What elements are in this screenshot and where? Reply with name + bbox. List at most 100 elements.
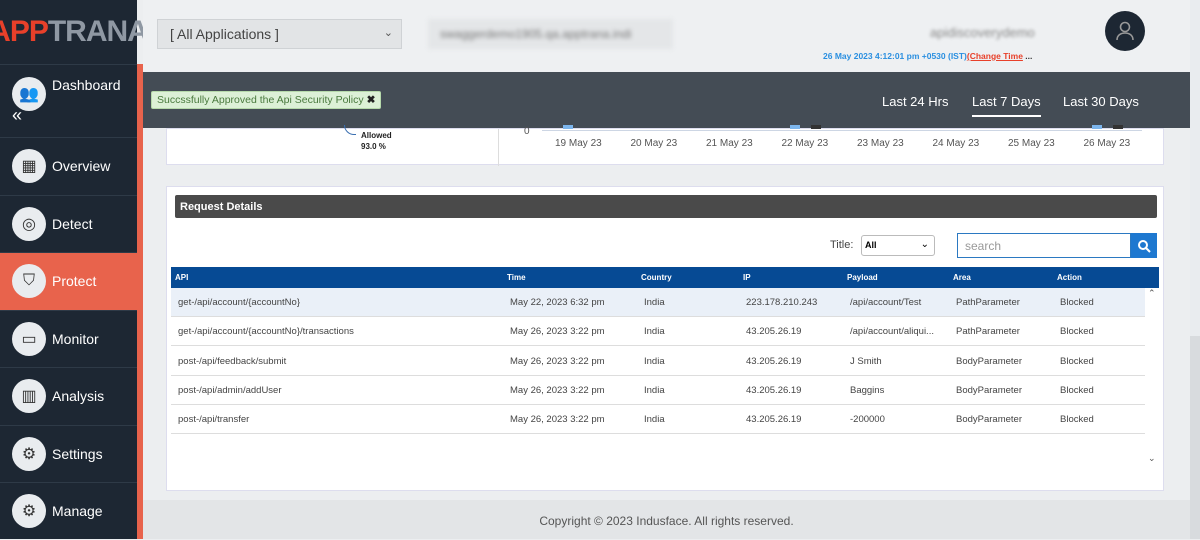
cell-action: Blocked: [1060, 355, 1094, 367]
gear-icon: ⚙: [12, 436, 46, 471]
cell-country: India: [644, 297, 665, 308]
scroll-up-icon[interactable]: ⌃: [1148, 288, 1156, 299]
cell-api: get-/api/account/{accountNo}: [178, 297, 301, 308]
scroll-down-icon[interactable]: ⌄: [1148, 453, 1156, 464]
apptrana-logo[interactable]: APPTRANA: [0, 0, 149, 64]
cell-api: post-/api/feedback/submit: [178, 355, 287, 367]
chart-bar[interactable]: [1091, 125, 1102, 129]
chart-bar[interactable]: [789, 125, 800, 129]
x-tick-label: 23 May 23: [857, 138, 904, 149]
sidebar-item-analysis[interactable]: ▥ Analysis: [0, 367, 137, 425]
toolbar: Succssfully Approved the Api Security Po…: [143, 72, 1190, 128]
cell-payload: -200000: [850, 414, 885, 426]
sidebar-item-label: Detect: [52, 215, 93, 232]
sidebar-item-label: Monitor: [52, 330, 99, 347]
sidebar-item-label: Manage: [52, 503, 103, 520]
sidebar-item-manage[interactable]: ⚙ Manage: [0, 482, 137, 540]
chart-bar[interactable]: [1112, 125, 1123, 129]
divider: [498, 129, 499, 166]
cell-api: post-/api/admin/addUser: [178, 384, 282, 396]
cell-ip: 43.205.26.19: [746, 355, 802, 367]
column-header-country[interactable]: Country: [641, 273, 672, 282]
search-button[interactable]: [1131, 233, 1157, 258]
sidebar-item-protect[interactable]: ⛉ Protect: [0, 252, 137, 310]
page-scrollbar[interactable]: [1190, 0, 1200, 539]
logo-part1: APP: [0, 15, 49, 48]
cell-api: post-/api/transfer: [178, 414, 250, 426]
cell-payload: Baggins: [850, 384, 885, 396]
avatar[interactable]: [1105, 11, 1145, 51]
cell-area: BodyParameter: [956, 355, 1023, 367]
title-filter-value: All: [865, 240, 877, 250]
column-header-area[interactable]: Area: [953, 273, 971, 282]
header: [ All Applications ] ⌄ swaggerdemo1905.qa…: [143, 0, 1200, 72]
user-name: apidiscoverydemo: [930, 25, 1035, 40]
x-axis: [542, 130, 1142, 131]
allowed-label: Allowed 93.0 %: [361, 130, 392, 152]
column-header-api[interactable]: API: [175, 273, 188, 282]
cell-time: May 26, 2023 3:22 pm: [510, 384, 605, 396]
cell-country: India: [644, 326, 665, 338]
sidebar-accent: [137, 64, 143, 539]
page-scrollbar-thumb[interactable]: [1190, 336, 1200, 539]
column-header-payload[interactable]: Payload: [847, 273, 878, 282]
pie-arc: [344, 125, 356, 135]
table-row[interactable]: post-/api/feedback/submit May 26, 2023 3:…: [171, 347, 1145, 376]
traffic-chart-card: Allowed 93.0 % 0 19 May 23 20 May 23 21 May…: [166, 125, 1164, 166]
cog-icon: ⚙: [12, 494, 46, 529]
close-icon[interactable]: ✖: [367, 94, 376, 106]
cell-ip: 43.205.26.19: [746, 326, 802, 338]
allowed-value: 93.0 %: [361, 142, 386, 151]
application-select[interactable]: [ All Applications ] ⌄: [157, 19, 402, 49]
change-time-link[interactable]: (Change Time: [967, 51, 1023, 61]
domain-select[interactable]: swaggerdemo1905.qa.apptrana.indi: [428, 19, 673, 49]
allowed-text: Allowed: [361, 131, 392, 140]
cell-country: India: [644, 414, 665, 426]
success-toast: Succssfully Approved the Api Security Po…: [151, 91, 382, 109]
table-row[interactable]: get-/api/account/{accountNo}/transaction…: [171, 317, 1145, 347]
chart-bar[interactable]: [563, 125, 573, 129]
cell-ip: 223.178.210.243: [746, 297, 818, 308]
bar-chart-icon: ▥: [12, 379, 46, 414]
cell-payload: J Smith: [850, 355, 882, 367]
chevron-down-icon: ⌄: [383, 27, 393, 39]
collapse-icon[interactable]: «: [12, 105, 22, 126]
x-tick-label: 19 May 23: [555, 138, 602, 149]
monitor-icon: ▭: [12, 321, 46, 356]
sidebar-item-dashboard[interactable]: 👥 Dashboard «: [0, 64, 137, 137]
footer: Copyright © 2023 Indusface. All rights r…: [143, 500, 1190, 539]
cell-action: Blocked: [1060, 326, 1094, 338]
table-scrollbar[interactable]: ⌃ ⌄: [1145, 288, 1159, 464]
application-select-value: [ All Applications ]: [170, 26, 279, 42]
overview-icon: ▦: [12, 149, 46, 184]
table-row[interactable]: get-/api/account/{accountNo} May 22, 2023…: [171, 288, 1145, 317]
range-last-7-days[interactable]: Last 7 Days: [972, 94, 1041, 117]
sidebar-item-detect[interactable]: ◎ Detect: [0, 194, 137, 253]
request-details-card: Request Details Title: All ⌄ search API Ti…: [166, 186, 1164, 491]
table-row[interactable]: post-/api/admin/addUser May 26, 2023 3:22…: [171, 376, 1145, 405]
cell-area: BodyParameter: [956, 414, 1023, 426]
title-filter-label: Title:: [830, 239, 854, 251]
target-icon: ◎: [12, 206, 46, 241]
sidebar-item-monitor[interactable]: ▭ Monitor: [0, 309, 137, 368]
table-row[interactable]: post-/api/transfer May 26, 2023 3:22 pm In…: [171, 405, 1145, 435]
range-last-30-days[interactable]: Last 30 Days: [1063, 94, 1139, 109]
sidebar-item-settings[interactable]: ⚙ Settings: [0, 424, 137, 483]
user-icon: [1116, 21, 1134, 41]
column-header-time[interactable]: Time: [507, 273, 526, 282]
search-input[interactable]: search: [957, 233, 1131, 258]
column-header-ip[interactable]: IP: [743, 273, 751, 282]
range-last-24-hrs[interactable]: Last 24 Hrs: [882, 94, 948, 109]
cell-area: BodyParameter: [956, 384, 1023, 396]
sidebar-item-label: Analysis: [52, 388, 105, 405]
cell-time: May 22, 2023 6:32 pm: [510, 297, 605, 308]
cell-country: India: [644, 384, 665, 396]
column-header-action[interactable]: Action: [1057, 273, 1082, 282]
sidebar-item-overview[interactable]: ▦ Overview: [0, 137, 137, 195]
title-filter-select[interactable]: All ⌄: [861, 235, 935, 256]
chart-bar[interactable]: [810, 125, 821, 129]
y-tick-0: 0: [524, 126, 530, 137]
cell-payload: /api/account/aliqui...: [850, 326, 934, 338]
ellipsis: ...: [1025, 51, 1033, 61]
cell-country: India: [644, 355, 665, 367]
